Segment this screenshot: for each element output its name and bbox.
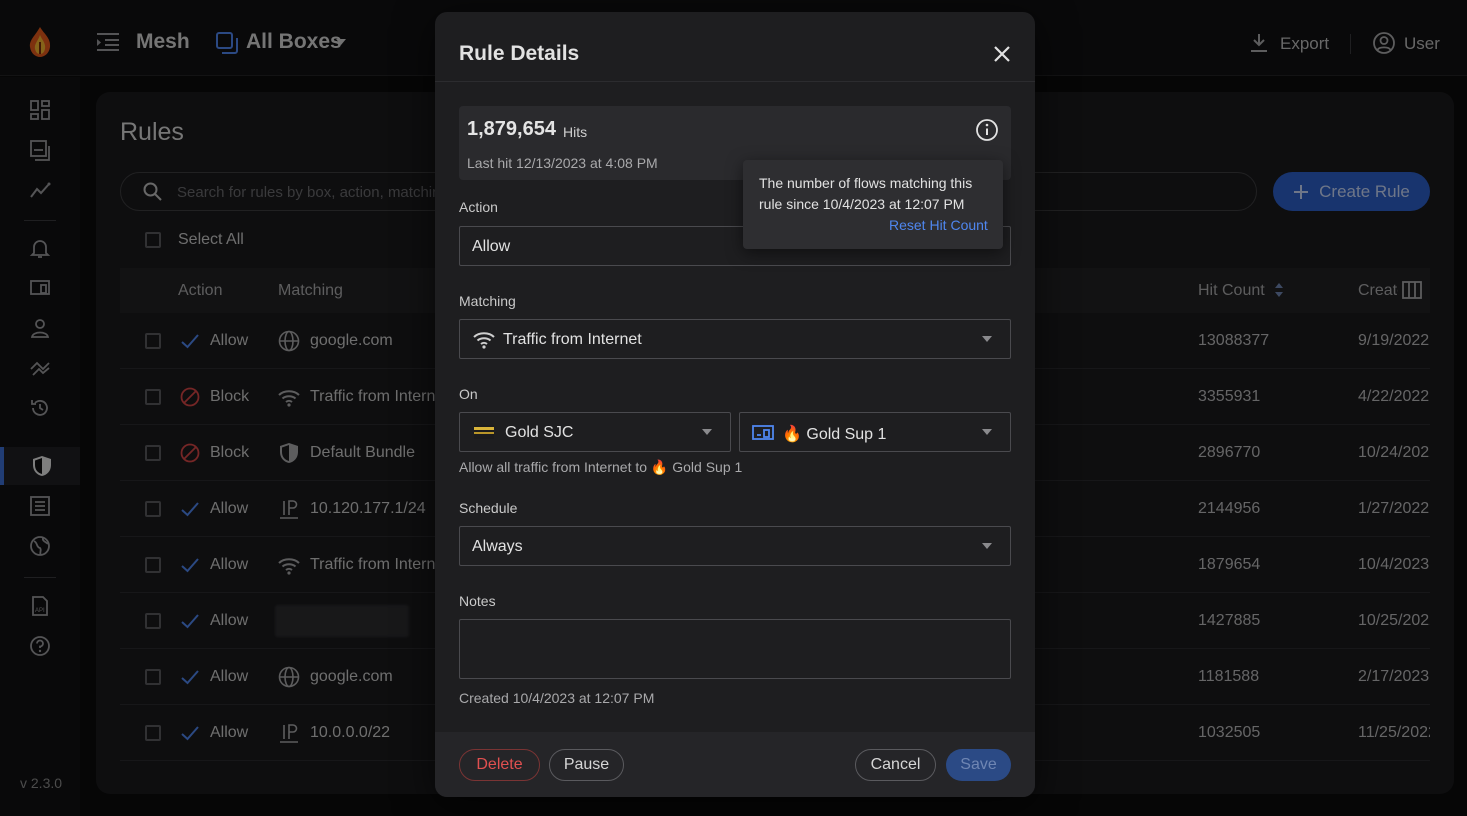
chevron-down-icon [702,429,712,435]
close-button[interactable] [991,43,1013,65]
notes-label: Notes [459,593,496,609]
gold-box-icon [474,425,494,439]
dialog-title: Rule Details [459,42,580,65]
rule-details-dialog: Rule Details 1,879,654 Hits Last hit 12/… [435,12,1035,797]
dialog-footer: Delete Pause Cancel Save [435,732,1035,797]
action-value: Allow [472,238,511,255]
cancel-button[interactable]: Cancel [855,749,936,781]
chevron-down-icon [982,543,992,549]
dialog-header: Rule Details [435,12,1035,82]
chevron-down-icon [982,429,992,435]
chevron-down-icon [982,336,992,342]
on-label: On [459,386,478,402]
reset-hit-count-link[interactable]: Reset Hit Count [889,217,988,233]
hit-count-info-button[interactable] [975,118,999,142]
last-hit-time: Last hit 12/13/2023 at 4:08 PM [467,155,658,171]
rule-summary: Allow all traffic from Internet to 🔥 Gol… [459,459,743,475]
device-select[interactable]: 🔥 Gold Sup 1 [739,412,1011,452]
save-button[interactable]: Save [946,749,1011,781]
action-label: Action [459,199,498,215]
matching-value: Traffic from Internet [503,331,642,348]
matching-label: Matching [459,293,516,309]
box-value: Gold SJC [505,424,574,441]
hit-count-tooltip: The number of flows matching this rule s… [743,160,1003,249]
pause-button[interactable]: Pause [549,749,624,781]
schedule-value: Always [472,538,523,555]
close-icon [994,46,1010,62]
schedule-label: Schedule [459,500,518,516]
notes-textarea[interactable] [459,619,1011,679]
hit-count-value: 1,879,654 [467,118,556,140]
wifi-icon [473,332,495,349]
info-icon [976,119,998,141]
device-icon [752,425,774,440]
tooltip-text: The number of flows matching this rule s… [759,175,973,212]
created-timestamp: Created 10/4/2023 at 12:07 PM [459,690,655,706]
device-value: 🔥 Gold Sup 1 [782,426,887,443]
app: Mesh All Boxes Export User API v 2.3.0 R… [0,0,1467,816]
schedule-select[interactable]: Always [459,526,1011,566]
box-select[interactable]: Gold SJC [459,412,731,452]
hit-count-unit: Hits [563,124,588,140]
matching-select[interactable]: Traffic from Internet [459,319,1011,359]
delete-button[interactable]: Delete [459,749,540,781]
